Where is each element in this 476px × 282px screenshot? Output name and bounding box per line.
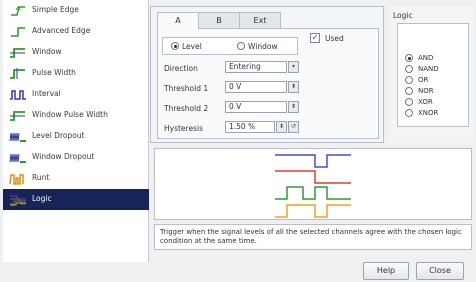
logic-title: Logic [393, 11, 413, 20]
hysteresis-spinner[interactable]: ⬍ [276, 121, 287, 133]
trigger-item-label: Window [32, 47, 62, 56]
hysteresis-input[interactable]: 1.50 % [225, 121, 275, 133]
trigger-item-pulse-width[interactable]: Pulse Width [3, 63, 149, 84]
logic-nand-label: NAND [418, 65, 439, 73]
close-button[interactable]: Close [416, 262, 464, 280]
chevron-down-icon[interactable]: ▾ [288, 61, 299, 73]
trigger-item-window-pulse-width[interactable]: Window Pulse Width [3, 105, 149, 126]
window-icon [10, 48, 25, 58]
trigger-item-label: Level Dropout [32, 131, 85, 140]
logic-nor-label: NOR [418, 87, 434, 95]
logic-xnor-label: XNOR [418, 109, 439, 117]
trigger-item-label: Advanced Edge [32, 26, 91, 35]
level-radio[interactable] [171, 42, 179, 50]
pulse-width-icon [10, 68, 25, 79]
threshold1-label: Threshold 1 [164, 84, 209, 93]
logic-or-radio[interactable] [405, 76, 413, 84]
level-label: Level [182, 42, 202, 51]
trigger-type-list: Simple Edge Advanced Edge Window Pulse W… [3, 0, 149, 262]
window-pulse-width-icon [10, 111, 25, 121]
trigger-item-label: Logic [32, 194, 52, 203]
logic-and-label: AND [418, 54, 434, 62]
trigger-item-simple-edge[interactable]: Simple Edge [3, 0, 149, 21]
logic-xor-radio[interactable] [405, 98, 413, 106]
logic-and-radio[interactable] [405, 54, 413, 62]
hysteresis-label: Hysteresis [164, 124, 203, 133]
level-dropout-icon [9, 132, 26, 142]
simple-edge-icon [11, 6, 25, 16]
tab-b[interactable]: B [198, 12, 240, 28]
logic-or-label: OR [418, 76, 429, 84]
trigger-item-level-dropout[interactable]: Level Dropout [3, 126, 149, 147]
advanced-edge-icon [11, 27, 25, 37]
trigger-item-runt[interactable]: Runt [3, 168, 149, 189]
threshold1-spinner[interactable]: ⬍ [288, 81, 299, 93]
threshold2-label: Threshold 2 [164, 104, 209, 113]
threshold2-spinner[interactable]: ⬍ [288, 101, 299, 113]
trigger-item-advanced-edge[interactable]: Advanced Edge [3, 21, 149, 42]
logic-nor-radio[interactable] [405, 87, 413, 95]
trigger-item-window-dropout[interactable]: Window Dropout [3, 147, 149, 168]
logic-xor-label: XOR [418, 98, 433, 106]
trigger-description: Trigger when the signal levels of all th… [154, 224, 472, 250]
logic-xnor-radio[interactable] [405, 109, 413, 117]
channel-d-waveform [275, 204, 351, 218]
trigger-item-window[interactable]: Window [3, 42, 149, 63]
used-checkbox[interactable]: ✓ [310, 33, 320, 43]
trigger-item-label: Interval [32, 89, 61, 98]
threshold1-input[interactable]: 0 V [225, 81, 287, 93]
used-label: Used [325, 34, 344, 43]
help-button[interactable]: Help [363, 262, 409, 280]
window-radio[interactable] [237, 42, 245, 50]
tab-a[interactable]: A [157, 12, 199, 29]
hysteresis-reset-button[interactable]: ↺ [288, 121, 299, 133]
logic-nand-radio[interactable] [405, 65, 413, 73]
trigger-item-label: Simple Edge [32, 5, 79, 14]
trigger-item-label: Pulse Width [32, 68, 76, 77]
logic-timing-diagram [154, 148, 472, 220]
window-dropout-icon [9, 153, 26, 163]
runt-icon [9, 174, 24, 185]
channel-b-waveform [275, 170, 351, 184]
threshold2-input[interactable]: 0 V [225, 101, 287, 113]
timing-diagram-graphic [275, 154, 351, 218]
channel-c-waveform [275, 186, 351, 200]
direction-select[interactable]: Entering [225, 61, 287, 73]
trigger-item-label: Window Pulse Width [32, 110, 108, 119]
window-label: Window [248, 42, 278, 51]
logic-icon [10, 195, 26, 206]
trigger-item-logic[interactable]: Logic [3, 189, 149, 210]
trigger-item-interval[interactable]: Interval [3, 84, 149, 105]
channel-a-waveform [275, 154, 351, 168]
interval-icon [10, 90, 26, 100]
direction-label: Direction [164, 64, 198, 73]
tab-ext[interactable]: Ext [239, 12, 281, 28]
trigger-item-label: Window Dropout [32, 152, 95, 161]
trigger-item-label: Runt [32, 173, 50, 182]
